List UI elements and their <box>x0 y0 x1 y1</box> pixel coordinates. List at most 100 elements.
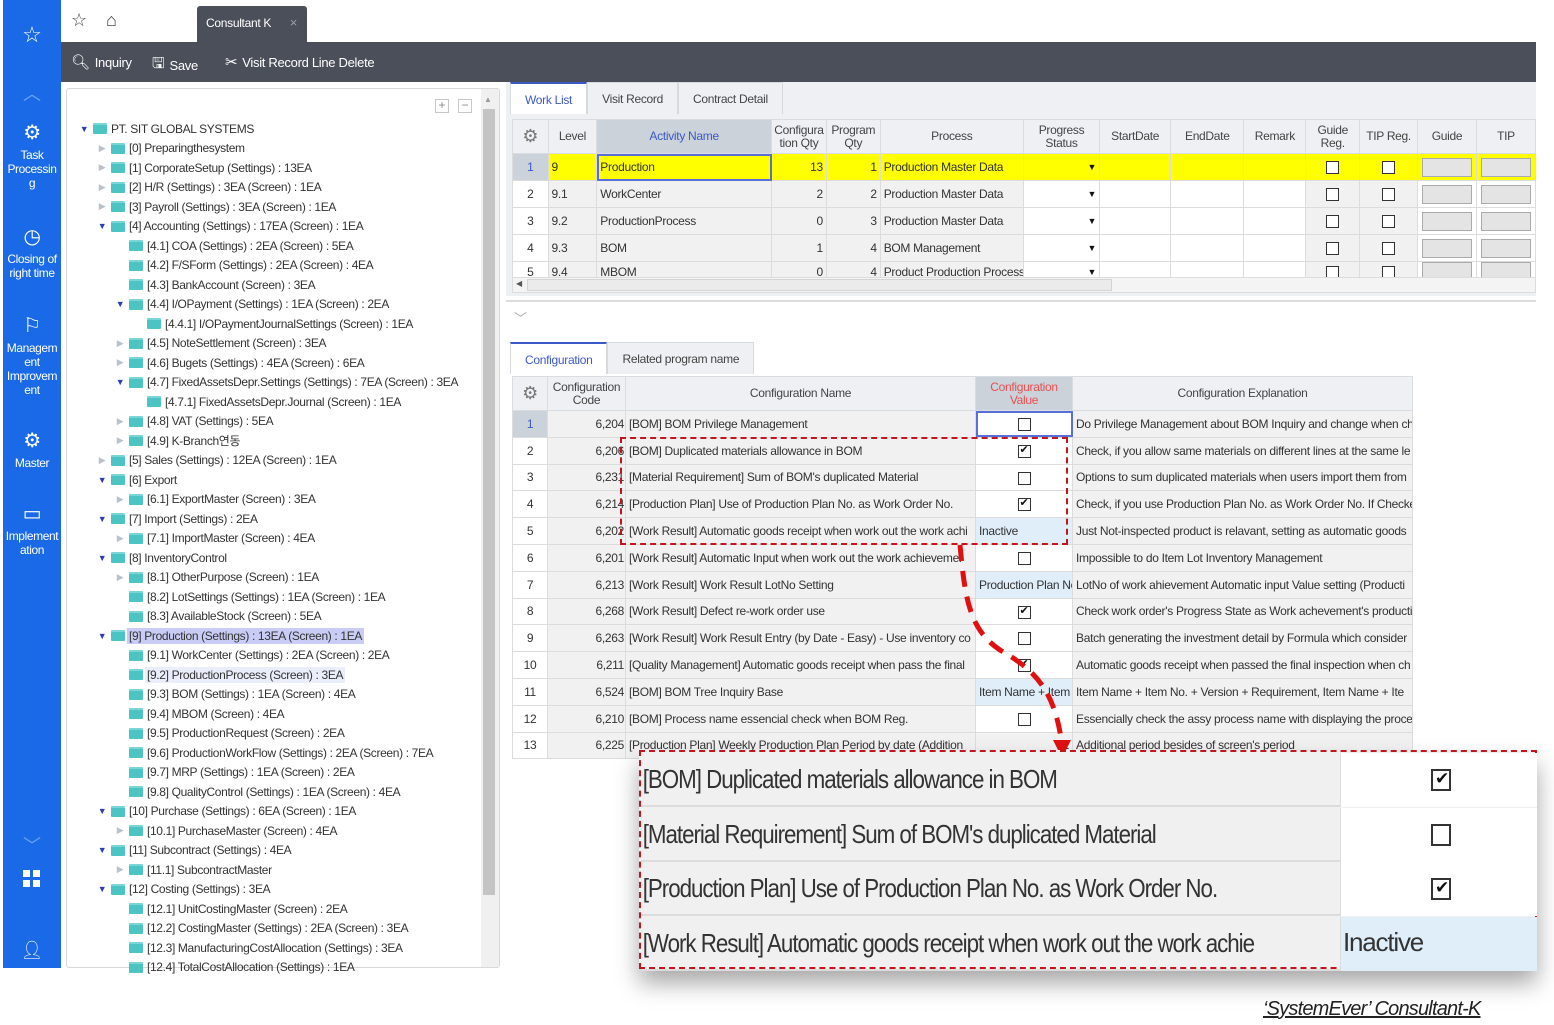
configuration-value-cell[interactable] <box>975 436 1073 465</box>
dropdown-arrow-icon[interactable]: ▼ <box>1088 162 1097 172</box>
configuration-value-checkbox[interactable] <box>1017 604 1031 619</box>
configuration-value-checkbox[interactable] <box>1017 552 1031 566</box>
tip-reg-checkbox[interactable] <box>1382 161 1396 175</box>
chevron-up-icon[interactable]: ︿ <box>3 80 61 106</box>
tree-node[interactable]: ▶ [4.8] VAT (Settings) : 5EA <box>67 412 481 432</box>
tree-node-label[interactable]: [4.7] FixedAssetsDepr.Settings (Settings… <box>145 374 460 390</box>
configuration-value-cell[interactable] <box>975 704 1073 733</box>
grid-settings-button[interactable]: ⚙ <box>512 119 549 154</box>
tree-node[interactable]: ▼ [4] Accounting (Settings) : 17EA (Scree… <box>67 217 481 237</box>
rail-item-implement-ation[interactable]: ▭ Implement ation <box>3 503 61 557</box>
tree-node[interactable]: [4.3] BankAccount (Screen) : 3EA <box>67 275 481 295</box>
dropdown-arrow-icon[interactable]: ▼ <box>1088 189 1097 199</box>
home-icon[interactable]: ⌂ <box>106 10 117 31</box>
tree-node[interactable]: [9.7] MRP (Settings) : 1EA (Screen) : 2E… <box>67 763 481 783</box>
tree-node[interactable]: [9.2] ProductionProcess (Screen) : 3EA <box>67 665 481 685</box>
tree-node[interactable]: [4.2] F/SForm (Settings) : 2EA (Screen) … <box>67 256 481 276</box>
tree-node-label[interactable]: [4.2] F/SForm (Settings) : 2EA (Screen) … <box>145 257 375 273</box>
guide-button-cell[interactable] <box>1417 180 1477 208</box>
tree-node[interactable]: ▶ [0] Preparingthesystem <box>67 139 481 159</box>
tree-node-label[interactable]: [12.4] TotalCostAllocation (Settings) : … <box>145 959 357 975</box>
configuration-value-select[interactable]: Inactive <box>975 517 1073 545</box>
caret-down-icon[interactable]: ▼ <box>95 553 109 563</box>
tree-node[interactable]: [9.4] MBOM (Screen) : 4EA <box>67 704 481 724</box>
tree-node[interactable]: [12.3] ManufacturingCostAllocation (Sett… <box>67 938 481 958</box>
tree-node-label[interactable]: [2] H/R (Settings) : 3EA (Screen) : 1EA <box>127 179 323 195</box>
configuration-row[interactable]: 4 6,214 [Production Plan] Use of Productio… <box>512 490 1413 519</box>
configuration-value-checkbox[interactable] <box>1017 418 1031 432</box>
tree-node-label[interactable]: [4.6] Bugets (Settings) : 4EA (Screen) :… <box>145 355 366 371</box>
tree-node-label[interactable]: [5] Sales (Settings) : 12EA (Screen) : 1… <box>127 452 338 468</box>
tree-node-label[interactable]: [9.2] ProductionProcess (Screen) : 3EA <box>145 666 346 683</box>
tree-node-label[interactable]: [4.5] NoteSettlement (Screen) : 3EA <box>145 335 328 351</box>
tree-node[interactable]: [4.1] COA (Settings) : 2EA (Screen) : 5E… <box>67 236 481 256</box>
column-header[interactable]: Level <box>547 119 598 154</box>
start-date-cell[interactable] <box>1099 234 1172 262</box>
caret-right-icon[interactable]: ▶ <box>95 201 109 212</box>
star-icon[interactable]: ☆ <box>3 22 61 48</box>
configuration-value-checkbox[interactable] <box>1017 443 1031 458</box>
configuration-value-cell[interactable] <box>975 463 1073 492</box>
tree-node[interactable]: [8.3] AvailableStock (Screen) : 5EA <box>67 607 481 627</box>
collapse-all-button[interactable]: − <box>458 99 472 113</box>
column-header[interactable]: Remark <box>1243 119 1307 154</box>
callout-value-cell[interactable] <box>1340 862 1537 916</box>
guide-button-cell[interactable] <box>1417 234 1477 262</box>
tip-button[interactable] <box>1480 157 1531 177</box>
activity-name-cell[interactable]: Production <box>596 153 773 181</box>
start-date-cell[interactable] <box>1099 207 1172 235</box>
worklist-tab-visit-record[interactable]: Visit Record <box>587 82 678 114</box>
end-date-cell[interactable] <box>1170 207 1245 235</box>
tip-button-cell[interactable] <box>1475 180 1537 208</box>
tree-node[interactable]: [9.6] ProductionWorkFlow (Settings) : 2E… <box>67 743 481 763</box>
guide-button-cell[interactable] <box>1417 153 1477 181</box>
column-header[interactable]: Configuration Value <box>975 376 1073 411</box>
tree-node[interactable]: [4.4.1] I/OPaymentJournalSettings (Scree… <box>67 314 481 334</box>
tree-node[interactable]: ▼ [10] Purchase (Settings) : 6EA (Screen)… <box>67 802 481 822</box>
tree-node[interactable]: [12.4] TotalCostAllocation (Settings) : … <box>67 958 481 978</box>
caret-right-icon[interactable]: ▶ <box>95 143 109 154</box>
callout-value-cell[interactable] <box>1340 753 1537 807</box>
tree-node-label[interactable]: [12.2] CostingMaster (Settings) : 2EA (S… <box>145 920 410 936</box>
config-tab-related-program-name[interactable]: Related program name <box>607 342 755 374</box>
guide-button[interactable] <box>1422 211 1472 231</box>
configuration-value-cell[interactable] <box>975 651 1073 679</box>
tree-node-label[interactable]: [11.1] SubcontractMaster <box>145 862 274 878</box>
config-tab-configuration[interactable]: Configuration <box>510 342 608 374</box>
favorite-star-icon[interactable]: ☆ <box>71 10 87 31</box>
tree-node-label[interactable]: [9.8] QualityControl (Settings) : 1EA (S… <box>145 784 402 800</box>
caret-right-icon[interactable]: ▶ <box>113 825 127 836</box>
caret-right-icon[interactable]: ▶ <box>95 455 109 466</box>
tip-button[interactable] <box>1480 211 1531 231</box>
activity-name-cell[interactable]: WorkCenter <box>596 180 773 208</box>
chevron-down-icon[interactable]: ﹀ <box>3 832 61 858</box>
tree-node-label[interactable]: [9.5] ProductionRequest (Screen) : 2EA <box>145 725 346 741</box>
tree-node-label[interactable]: [0] Preparingthesystem <box>127 140 247 156</box>
remark-cell[interactable] <box>1243 180 1307 208</box>
column-header[interactable]: Activity Name <box>596 119 773 154</box>
configuration-row[interactable]: 12 6,210 [BOM] Process name essencial chec… <box>512 704 1413 733</box>
tree-node[interactable]: ▶ [4.6] Bugets (Settings) : 4EA (Screen) … <box>67 353 481 373</box>
start-date-cell[interactable] <box>1099 153 1172 181</box>
caret-down-icon[interactable]: ▼ <box>95 884 109 894</box>
caret-down-icon[interactable]: ▼ <box>95 845 109 855</box>
work-list-row[interactable]: 3 9.2 ProductionProcess 0 3 Production Master… <box>512 207 1537 235</box>
work-list-row[interactable]: 1 9 Production 13 1 Production Master Data ▼ <box>512 153 1537 181</box>
tree-node-label[interactable]: [9.1] WorkCenter (Settings) : 2EA (Scree… <box>145 647 391 663</box>
configuration-value-cell[interactable] <box>975 543 1073 572</box>
column-header[interactable]: Guide Reg. <box>1305 119 1361 154</box>
tree-node[interactable]: ▼ [11] Subcontract (Settings) : 4EA <box>67 841 481 861</box>
callout-value-cell[interactable]: Inactive <box>1340 916 1537 971</box>
caret-down-icon[interactable]: ▼ <box>95 514 109 524</box>
tree-node[interactable]: ▶ [2] H/R (Settings) : 3EA (Screen) : 1EA <box>67 178 481 198</box>
tree-node-label[interactable]: [10.1] PurchaseMaster (Screen) : 4EA <box>145 823 339 839</box>
tree-node[interactable]: [9.3] BOM (Settings) : 1EA (Screen) : 4E… <box>67 685 481 705</box>
tip-reg-checkbox[interactable] <box>1382 215 1396 229</box>
tip-reg-cell[interactable] <box>1359 153 1419 181</box>
tree-node[interactable]: [9.8] QualityControl (Settings) : 1EA (S… <box>67 782 481 802</box>
callout-checkbox[interactable] <box>1431 823 1451 846</box>
progress-status-dropdown[interactable]: ▼ <box>1022 207 1101 235</box>
tree-node-label[interactable]: [8] InventoryControl <box>127 550 229 566</box>
rail-item-closing-of-right-time[interactable]: ◷ Closing of right time <box>3 226 61 280</box>
user-icon[interactable]: 👤︎ <box>3 940 61 961</box>
